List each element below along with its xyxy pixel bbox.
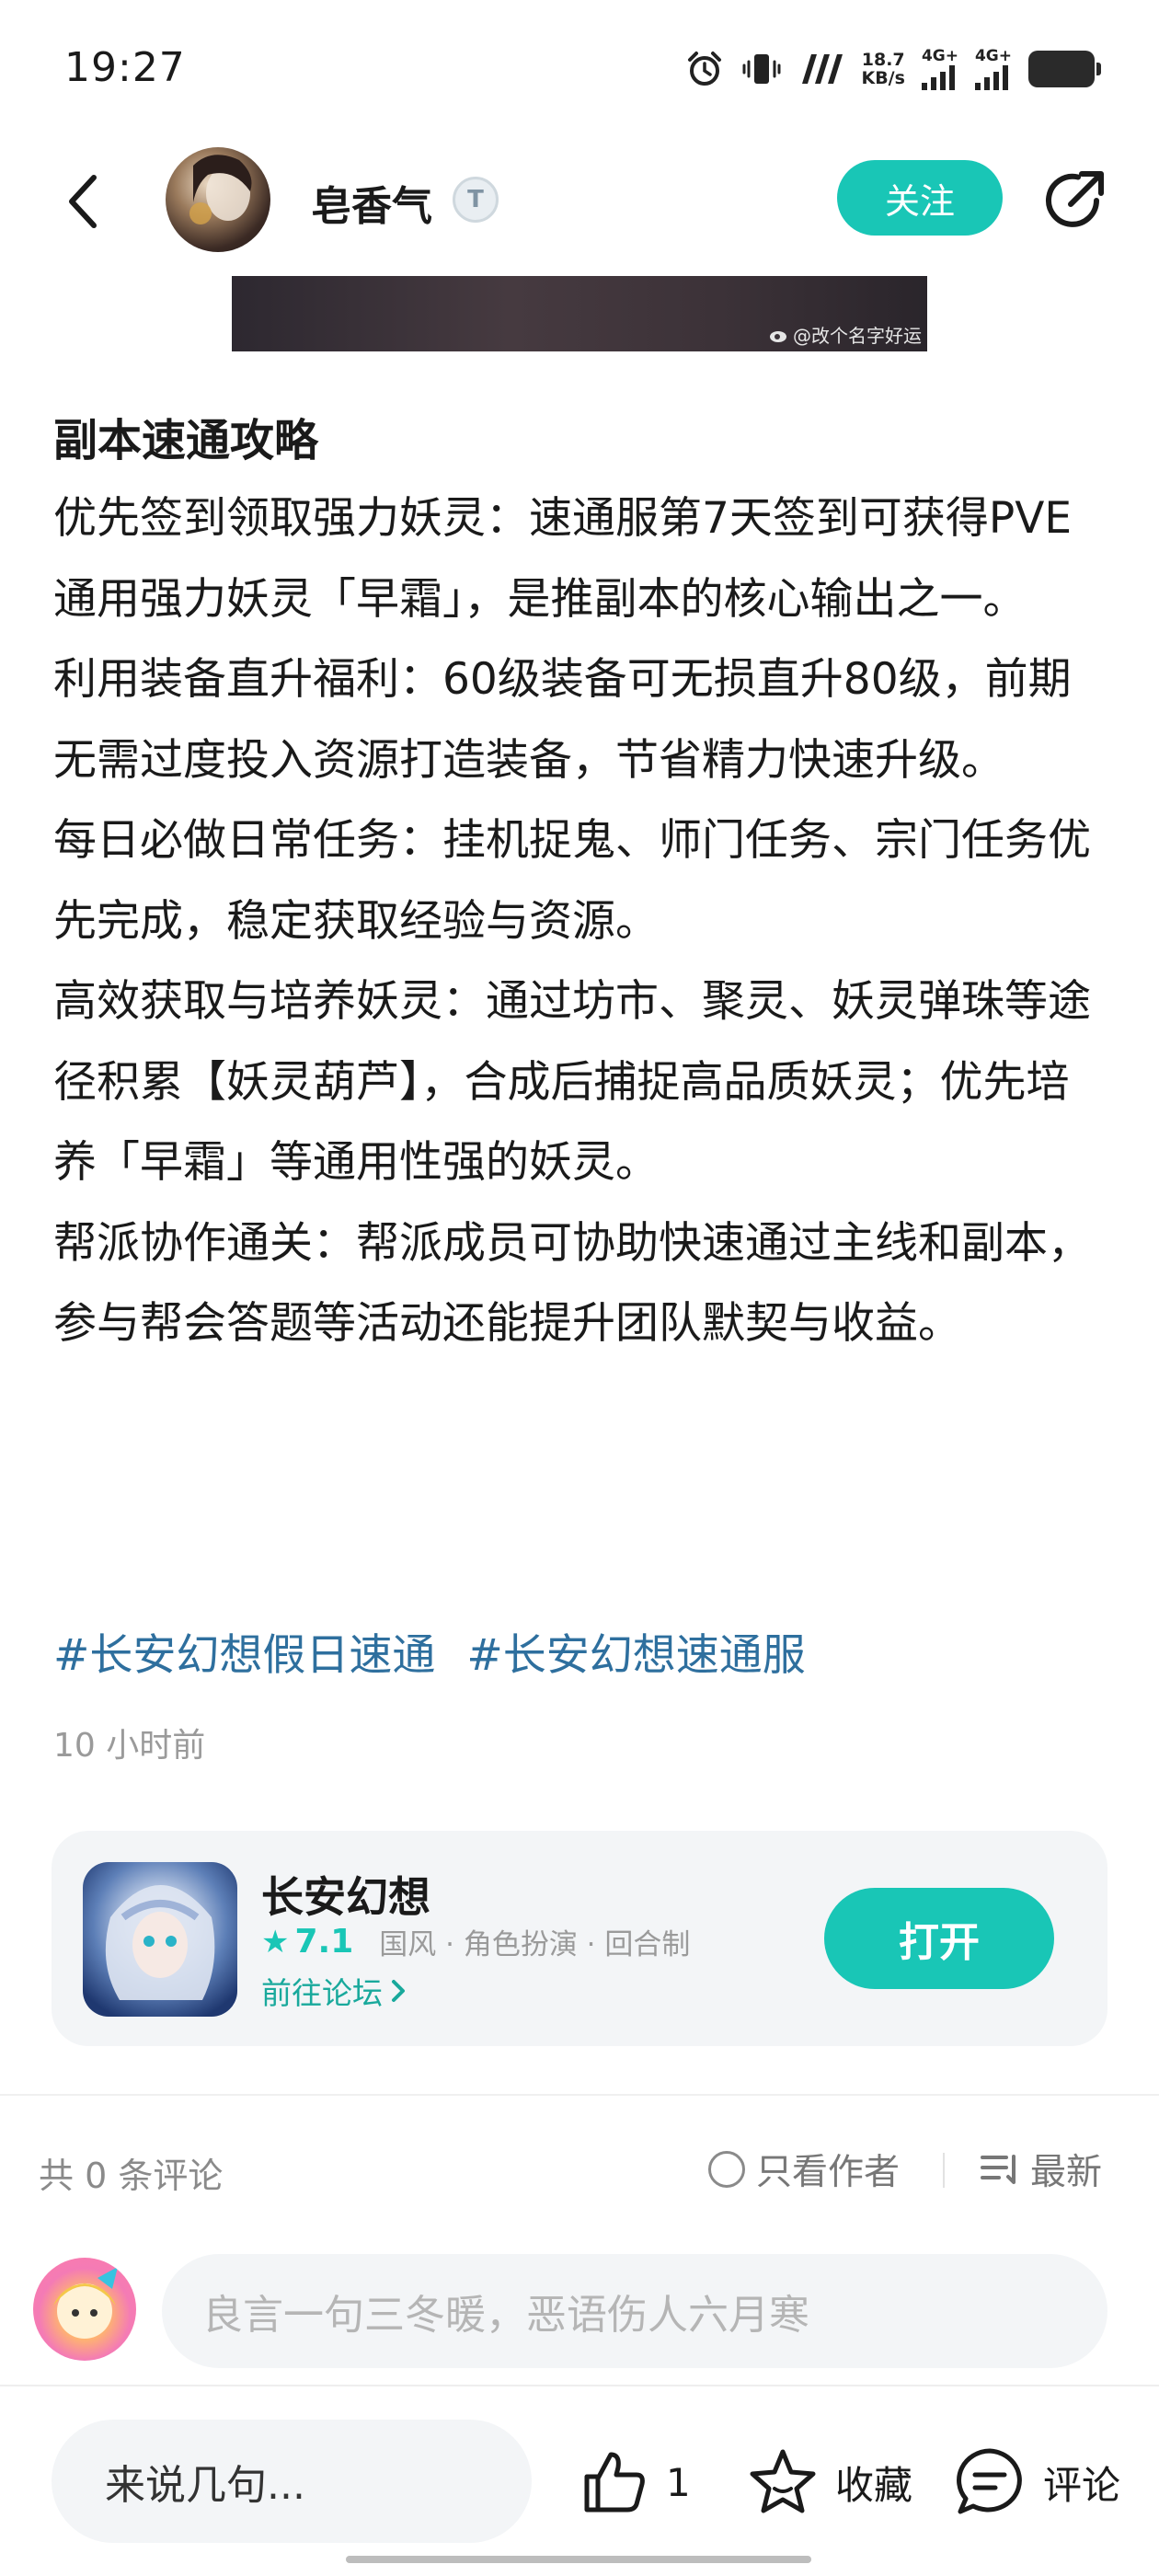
game-art (105, 1885, 215, 2000)
comment-label: 评论 (1043, 2462, 1121, 2508)
my-avatar-image (53, 2267, 118, 2339)
radio-icon (708, 2151, 745, 2188)
topic-tag[interactable]: #长安幻想假日速通 (53, 1619, 435, 1693)
battery-icon (1028, 51, 1101, 87)
section-divider (0, 2094, 1159, 2096)
comment-count: 共 0 条评论 (39, 2156, 224, 2196)
net-speed: 18.7 KB/s (861, 50, 905, 88)
paragraph: 每日必做日常任务：挂机捉鬼、师门任务、宗门任务优先完成，稳定获取经验与资源。 (53, 815, 1091, 947)
post-content: 副本速通攻略 优先签到领取强力妖灵：速通服第7天签到可获得PVE通用强力妖灵「早… (53, 403, 1111, 1364)
share-button[interactable] (1039, 166, 1109, 236)
back-arrow-icon (69, 175, 97, 228)
status-time: 19:27 (64, 44, 186, 91)
game-genres: 国风 · 角色扮演 · 回合制 (379, 1928, 691, 1961)
status-bar: 19:27 18.7 KB/s 4G+ 4G+ (0, 0, 1159, 138)
thumbs-up-icon (584, 2452, 645, 2513)
paragraph: 优先签到领取强力妖灵：速通服第7天签到可获得PVE通用强力妖灵「早霜」，是推副本… (53, 493, 1073, 625)
signal-icon-2: 4G+ (974, 48, 1012, 90)
forum-link-label: 前往论坛 (261, 1975, 383, 2011)
star-icon: ★ (261, 1923, 290, 1961)
author-avatar[interactable] (166, 147, 270, 252)
sort-lines-icon (981, 2155, 1016, 2184)
post-body: 优先签到领取强力妖灵：速通服第7天签到可获得PVE通用强力妖灵「早霜」，是推副本… (53, 478, 1111, 1364)
sort-label: 最新 (1030, 2152, 1103, 2193)
only-author-label: 只看作者 (756, 2152, 901, 2193)
back-button[interactable] (55, 169, 110, 234)
favorite-label: 收藏 (835, 2462, 913, 2508)
post-header: 皂香气 T 关注 (0, 138, 1159, 267)
avatar-image (189, 155, 252, 224)
chevron-right-icon (392, 1980, 405, 2002)
quick-comment-input[interactable]: 来说几句... (52, 2420, 532, 2543)
follow-button[interactable]: 关注 (837, 160, 1003, 236)
bottom-divider (0, 2385, 1159, 2386)
open-game-button[interactable]: 打开 (824, 1888, 1054, 1989)
post-title: 副本速通攻略 (53, 415, 319, 466)
weibo-icon (770, 330, 786, 342)
favorite-button[interactable]: 收藏 (747, 2442, 912, 2523)
post-image[interactable]: @改个名字好运 (232, 276, 927, 351)
paragraph: 利用装备直升福利：60级装备可无损直升80级，前期无需过度投入资源打造装备，节省… (53, 654, 1072, 786)
home-indicator[interactable] (346, 2556, 811, 2563)
game-meta: ★ 7.1 国风 · 角色扮演 · 回合制 (261, 1921, 690, 1962)
star-outline-icon (750, 2449, 816, 2513)
comment-input[interactable]: 良言一句三冬暖，恶语伤人六月寒 (162, 2254, 1107, 2368)
level-badge: T (453, 177, 499, 223)
paragraph: 帮派协作通关：帮派成员可协助快速通过主线和副本，参与帮会答题等活动还能提升团队默… (53, 1217, 1091, 1350)
vibrate-icon (742, 54, 781, 84)
like-count: 1 (666, 2459, 691, 2505)
game-card[interactable]: 长安幻想 ★ 7.1 国风 · 角色扮演 · 回合制 前往论坛 打开 (52, 1831, 1107, 2046)
paragraph: 高效获取与培养妖灵：通过坊市、聚灵、妖灵弹珠等途径积累【妖灵葫芦】，合成后捕捉高… (53, 976, 1091, 1188)
like-button[interactable]: 1 (580, 2442, 691, 2523)
comment-bubble-icon (957, 2448, 1022, 2514)
nfc-icon (802, 54, 843, 84)
game-rating: 7.1 (294, 1923, 354, 1961)
comment-button[interactable]: 评论 (953, 2442, 1120, 2523)
my-avatar[interactable] (33, 2258, 136, 2361)
status-icons: 18.7 KB/s 4G+ 4G+ (684, 46, 1101, 92)
sort-button[interactable]: 最新 (981, 2144, 1102, 2195)
only-author-toggle[interactable]: 只看作者 (708, 2144, 900, 2195)
game-name: 长安幻想 (261, 1872, 430, 1922)
author-name[interactable]: 皂香气 (311, 173, 432, 232)
forum-link[interactable]: 前往论坛 (261, 1969, 408, 2013)
topic-tag[interactable]: #长安幻想速通服 (466, 1619, 805, 1693)
post-time: 10 小时前 (53, 1727, 206, 1765)
alarm-icon (688, 52, 722, 86)
signal-icon: 4G+ (921, 48, 958, 90)
topic-tags: #长安幻想假日速通 #长安幻想速通服 (53, 1619, 806, 1693)
image-watermark: @改个名字好运 (769, 321, 922, 348)
share-icon (1046, 171, 1104, 227)
separator (943, 2153, 945, 2188)
game-icon (83, 1862, 237, 2017)
